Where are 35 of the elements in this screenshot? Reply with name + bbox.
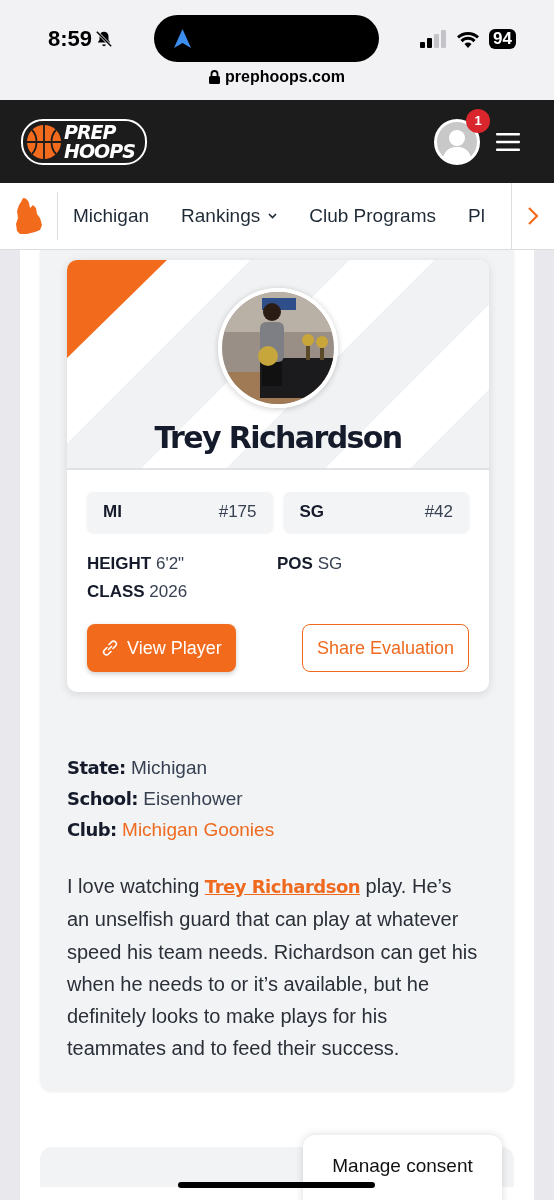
attribute-text: POS SG [277,554,344,574]
clock-time: 8:59 [48,25,93,52]
detail-text: State: Michigan [67,756,209,780]
detail-text: Club: Michigan Goonies [67,818,276,842]
logo-text: PREP [64,122,117,142]
rank-label: SG [299,502,325,522]
chevron-right-icon[interactable] [527,206,539,226]
detail-text: School: Eisenhower [67,787,244,811]
nav-link[interactable]: Michigan [73,205,150,227]
wifi-icon [456,29,481,48]
link-icon [101,639,119,657]
rank-value: #175 [218,502,257,522]
basketball-icon [26,122,62,161]
lock-icon [209,70,220,84]
navigation-arrow-icon [174,29,192,48]
evaluation-paragraph: I love watching Trey Richardson play. He’s an unselfish guard that can play at whatever speed his team needs. Richardson can get his when he needs to or it’s available, but he definitely looks to make plays for his teammates and to feed their success. [67,874,479,1062]
michigan-map-icon[interactable] [13,197,44,235]
notification-badge: 1 [466,108,490,133]
site-logo[interactable]: PREP HOOPS [21,118,147,165]
nav-link[interactable]: Club Programs [309,205,436,227]
signal-icon [420,29,448,48]
rank-value: #42 [424,502,453,522]
logo-text: HOOPS [64,141,135,161]
menu-icon[interactable] [496,132,520,151]
manage-consent-button[interactable]: Manage consent [303,1135,502,1200]
player-name: Trey Richardson [154,420,402,455]
muted-bell-icon [95,29,114,48]
nav-link[interactable]: Pl [468,205,485,227]
nav-link[interactable]: Rankings [181,205,278,227]
url-text[interactable]: prephoops.com [225,68,345,86]
avatar-icon[interactable] [434,118,480,165]
rank-label: MI [103,502,122,522]
attribute-text: HEIGHT 6'2" [87,554,186,574]
battery-level: 94 [489,28,516,49]
attribute-text: CLASS 2026 [87,582,189,602]
